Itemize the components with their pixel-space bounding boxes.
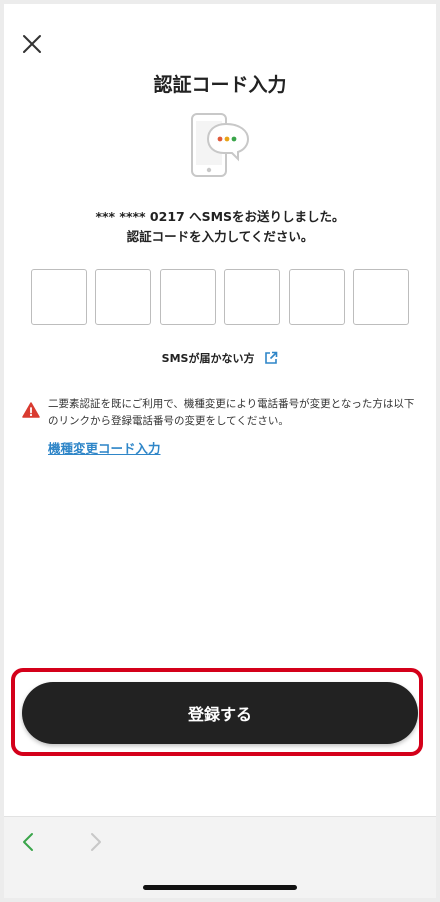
app-screen: 認証コード入力 *** **** 0217 へSMSをお送りしました。 認証コー… [4,4,436,898]
sms-sent-message: *** **** 0217 へSMSをお送りしました。 認証コードを入力してくだ… [4,207,436,247]
device-change-notice-text: 二要素認証を既にご利用で、機種変更により電話番号が変更となった方は以下のリンクか… [48,398,415,427]
device-change-code-link[interactable]: 機種変更コード入力 [48,438,161,457]
code-digit-6[interactable] [352,269,409,325]
sms-not-received-label: SMSが届かない方 [161,352,255,365]
code-digit-1[interactable] [31,269,87,325]
enter-code-line: 認証コードを入力してください。 [126,229,314,244]
code-digit-2[interactable] [95,269,152,325]
browser-toolbar [4,816,436,898]
warning-icon [22,402,40,430]
dot-yellow [224,136,230,142]
sms-sent-line: *** **** 0217 へSMSをお送りしました。 [95,209,345,224]
code-digit-3[interactable] [159,269,216,325]
device-change-notice: 二要素認証を既にご利用で、機種変更により電話番号が変更となった方は以下のリンクか… [22,396,422,430]
chevron-right-icon[interactable] [84,831,106,853]
chevron-left-icon[interactable] [18,831,40,853]
home-indicator[interactable] [143,885,297,890]
sms-not-received-link[interactable]: SMSが届かない方 [4,350,436,366]
code-input-group [31,269,409,325]
dot-green [231,136,237,142]
close-icon[interactable] [20,32,44,56]
page-title: 認証コード入力 [153,74,287,96]
external-link-icon [265,351,278,364]
code-digit-4[interactable] [224,269,281,325]
code-digit-5[interactable] [288,269,345,325]
register-button[interactable]: 登録する [22,682,418,744]
dot-red [217,136,223,142]
phone-sms-icon [186,110,252,182]
